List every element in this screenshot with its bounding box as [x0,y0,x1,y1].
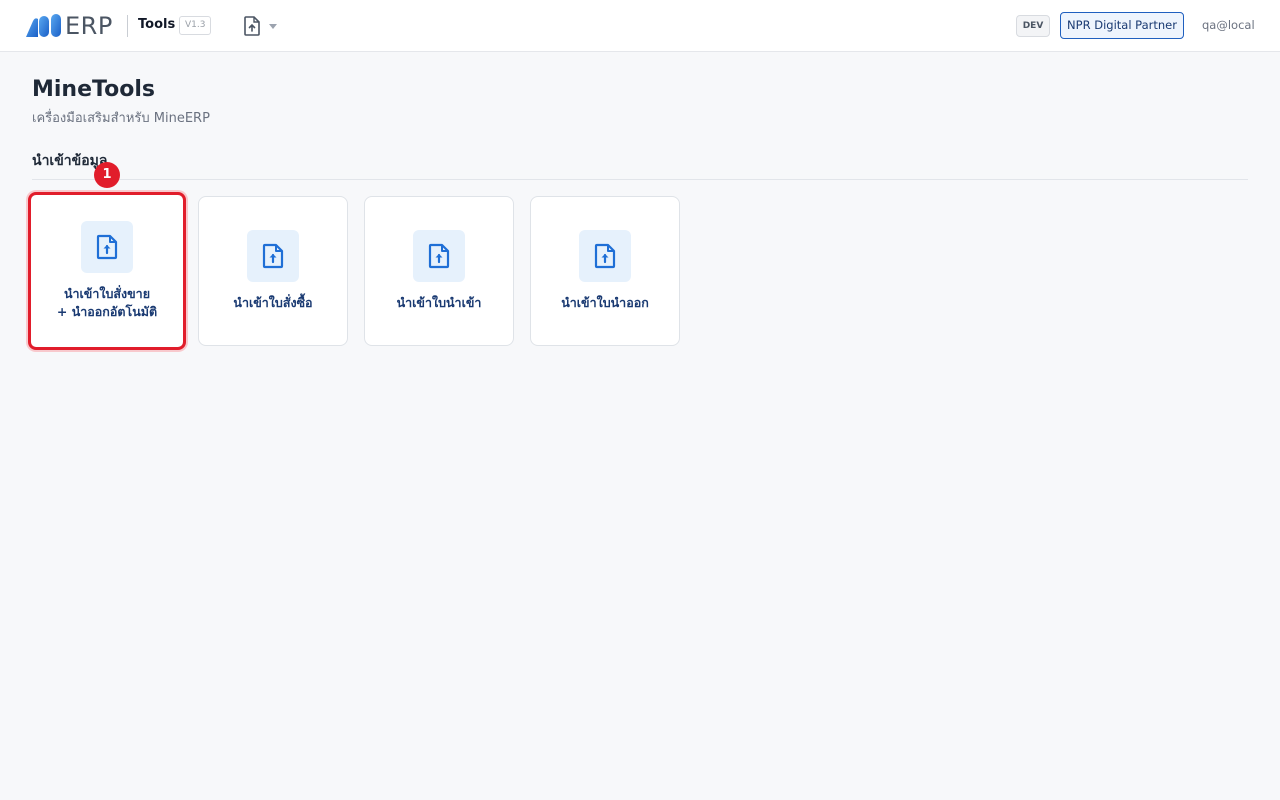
page-title: MineTools [32,77,155,102]
step-number-badge: 1 [94,162,120,188]
upload-menu-dropdown[interactable] [243,15,279,37]
section-divider [32,179,1248,180]
environment-badge: DEV [1016,15,1050,37]
logo-mark-icon [26,14,61,37]
icon-box [247,230,299,282]
file-upload-icon [594,243,616,269]
card-label: นำเข้าใบนำเข้า [396,295,482,310]
card-import-issue[interactable]: นำเข้าใบนำออก [530,196,680,346]
erp-logo[interactable]: ERP [24,13,113,39]
logo-text: ERP [65,12,113,40]
header-divider [127,15,128,37]
file-upload-icon [428,243,450,269]
file-upload-icon [244,16,260,36]
app-name: Tools [138,17,176,32]
file-upload-icon [262,243,284,269]
user-account[interactable]: qa@local [1202,17,1255,33]
chevron-down-icon [269,23,277,29]
partner-button[interactable]: NPR Digital Partner [1060,12,1184,39]
version-badge: V1.3 [179,16,212,35]
top-navbar: ERP Tools V1.3 DEV NPR Digital Partner q… [0,0,1280,52]
card-label: นำเข้าใบสั่งขาย + นำออกอัตโนมัติ [56,286,158,319]
icon-box [579,230,631,282]
file-upload-icon [96,234,118,260]
icon-box [81,221,133,273]
card-import-sales-order[interactable]: นำเข้าใบสั่งขาย + นำออกอัตโนมัติ [28,192,186,350]
card-import-receipt[interactable]: นำเข้าใบนำเข้า [364,196,514,346]
card-label: นำเข้าใบสั่งซื้อ [233,295,313,310]
page-subtitle: เครื่องมือเสริมสำหรับ MineERP [32,111,210,126]
card-label: นำเข้าใบนำออก [561,295,649,310]
icon-box [413,230,465,282]
card-import-purchase-order[interactable]: นำเข้าใบสั่งซื้อ [198,196,348,346]
